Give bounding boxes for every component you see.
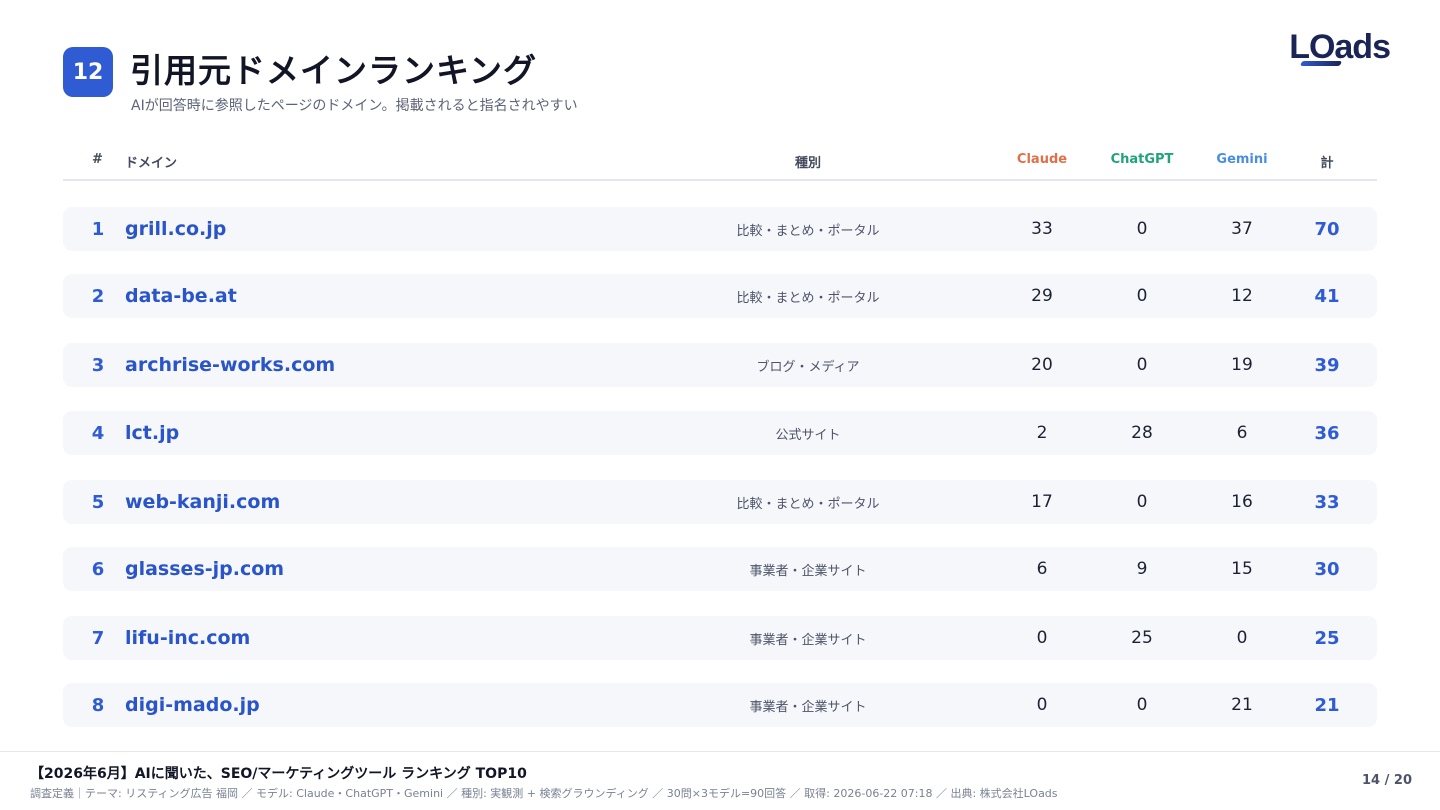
domain-type: 事業者・企業サイト	[749, 632, 867, 648]
table-row: 8 digi-mado.jp 事業者・企業サイト 0 0 21 21	[63, 683, 1377, 727]
logo-swoosh-icon	[1300, 61, 1343, 66]
rank-number: 7	[91, 627, 105, 649]
gemini-count: 0	[1236, 628, 1248, 648]
page-indicator: 14 / 20	[1362, 773, 1412, 788]
claude-count: 0	[1036, 695, 1048, 715]
page-subtitle: AIが回答時に参照したページのドメイン。掲載されると指名されやすい	[131, 98, 578, 114]
total-count: 39	[1314, 354, 1340, 376]
gemini-count: 15	[1231, 559, 1253, 579]
domain-type: 比較・まとめ・ポータル	[736, 223, 880, 239]
domain-type: ブログ・メディア	[756, 359, 860, 375]
col-domain-header: ドメイン	[125, 156, 178, 171]
claude-count: 33	[1031, 219, 1053, 239]
loads-logo: LOads	[1289, 28, 1391, 66]
total-count: 21	[1314, 694, 1340, 716]
table-row: 7 lifu-inc.com 事業者・企業サイト 0 25 0 25	[63, 616, 1377, 660]
domain-type: 事業者・企業サイト	[749, 563, 867, 579]
footer-title: 【2026年6月】AIに聞いた、SEO/マーケティングツール ランキング TOP…	[30, 766, 527, 782]
col-rank-header: #	[92, 152, 103, 167]
total-count: 41	[1314, 285, 1340, 307]
domain-link[interactable]: web-kanji.com	[125, 480, 280, 524]
claude-count: 20	[1031, 355, 1053, 375]
total-count: 25	[1314, 627, 1340, 649]
domain-link[interactable]: lifu-inc.com	[125, 616, 250, 660]
domain-type: 公式サイト	[775, 427, 841, 443]
gemini-count: 19	[1231, 355, 1253, 375]
domain-link[interactable]: digi-mado.jp	[125, 683, 260, 727]
table-row: 1 grill.co.jp 比較・まとめ・ポータル 33 0 37 70	[63, 207, 1377, 251]
table-header: # ドメイン 種別 Claude ChatGPT Gemini 計	[63, 145, 1377, 181]
gemini-count: 16	[1231, 492, 1253, 512]
gemini-count: 21	[1231, 695, 1253, 715]
gemini-count: 37	[1231, 219, 1253, 239]
gemini-count: 12	[1231, 286, 1253, 306]
footer: 【2026年6月】AIに聞いた、SEO/マーケティングツール ランキング TOP…	[0, 751, 1440, 810]
claude-count: 17	[1031, 492, 1053, 512]
rank-number: 4	[91, 422, 105, 444]
total-count: 33	[1314, 491, 1340, 513]
chatgpt-count: 0	[1136, 355, 1148, 375]
rank-number: 2	[91, 285, 105, 307]
domain-type: 事業者・企業サイト	[749, 699, 867, 715]
table-row: 3 archrise-works.com ブログ・メディア 20 0 19 39	[63, 343, 1377, 387]
domain-link[interactable]: lct.jp	[125, 411, 179, 455]
rank-number: 5	[91, 491, 105, 513]
col-total-header: 計	[1320, 156, 1334, 171]
chatgpt-count: 25	[1131, 628, 1153, 648]
chatgpt-count: 28	[1131, 423, 1153, 443]
total-count: 36	[1314, 422, 1340, 444]
domain-link[interactable]: data-be.at	[125, 274, 237, 318]
chatgpt-count: 0	[1136, 492, 1148, 512]
total-count: 70	[1314, 218, 1340, 240]
page-title: 引用元ドメインランキング	[130, 51, 538, 90]
col-chatgpt-header: ChatGPT	[1110, 152, 1174, 167]
section-number-badge: 12	[63, 47, 113, 97]
domain-type: 比較・まとめ・ポータル	[736, 290, 880, 306]
claude-count: 6	[1036, 559, 1048, 579]
table-row: 2 data-be.at 比較・まとめ・ポータル 29 0 12 41	[63, 274, 1377, 318]
claude-count: 2	[1036, 423, 1048, 443]
rank-number: 6	[91, 558, 105, 580]
total-count: 30	[1314, 558, 1340, 580]
table-row: 6 glasses-jp.com 事業者・企業サイト 6 9 15 30	[63, 547, 1377, 591]
table-row: 4 lct.jp 公式サイト 2 28 6 36	[63, 411, 1377, 455]
chatgpt-count: 9	[1136, 559, 1148, 579]
rank-number: 1	[91, 218, 105, 240]
claude-count: 0	[1036, 628, 1048, 648]
gemini-count: 6	[1236, 423, 1248, 443]
domain-type: 比較・まとめ・ポータル	[736, 496, 880, 512]
rank-number: 8	[91, 694, 105, 716]
chatgpt-count: 0	[1136, 695, 1148, 715]
domain-link[interactable]: glasses-jp.com	[125, 547, 284, 591]
chatgpt-count: 0	[1136, 286, 1148, 306]
table-row: 5 web-kanji.com 比較・まとめ・ポータル 17 0 16 33	[63, 480, 1377, 524]
claude-count: 29	[1031, 286, 1053, 306]
rank-number: 3	[91, 354, 105, 376]
domain-link[interactable]: grill.co.jp	[125, 207, 226, 251]
col-claude-header: Claude	[1016, 152, 1068, 167]
chatgpt-count: 0	[1136, 219, 1148, 239]
col-type-header: 種別	[794, 156, 822, 171]
domain-link[interactable]: archrise-works.com	[125, 343, 335, 387]
col-gemini-header: Gemini	[1216, 152, 1268, 167]
footer-survey-definition: 調査定義｜テーマ: リスティング広告 福岡 ／ モデル: Claude・Chat…	[30, 787, 1058, 800]
